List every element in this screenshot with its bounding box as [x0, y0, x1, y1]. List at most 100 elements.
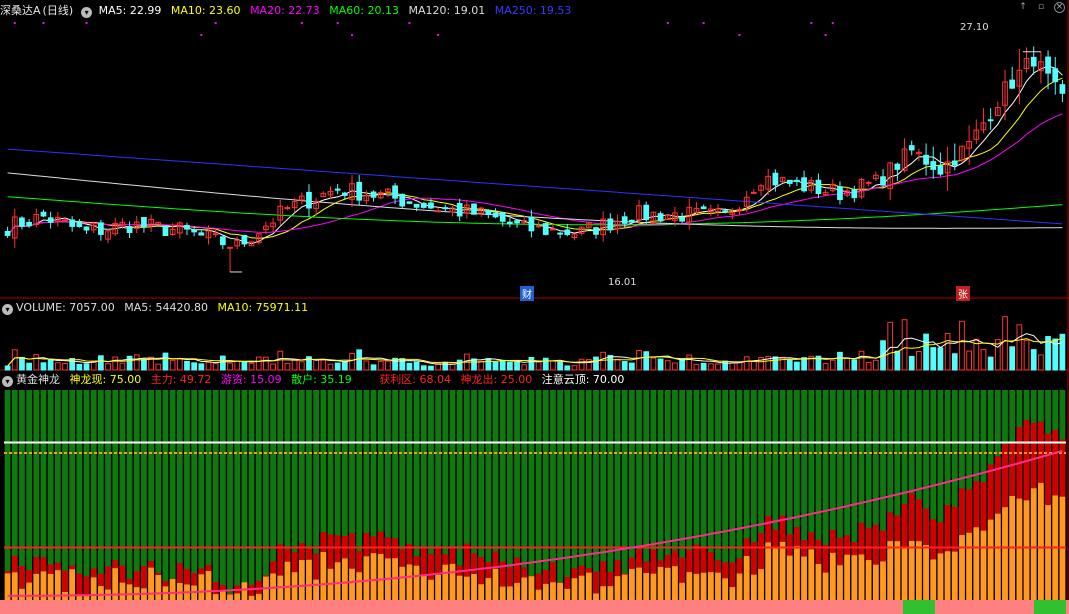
signal-dot	[702, 22, 705, 24]
volume-bar	[700, 362, 707, 371]
signal-dot	[200, 34, 203, 36]
volume-bar	[478, 360, 485, 371]
volume-bar	[155, 363, 162, 371]
volume-bar	[1009, 346, 1016, 371]
indicator-bar-orange	[980, 530, 987, 600]
indicator-bar-orange	[643, 573, 650, 600]
signal-dot	[351, 34, 354, 36]
indicator-bar-orange	[90, 577, 97, 600]
indicator-bar-green	[169, 390, 176, 600]
settings-circle-icon[interactable]: ▾	[81, 7, 93, 18]
indicator-bar-orange	[829, 552, 836, 600]
volume-bars[interactable]	[4, 316, 1066, 371]
indicator-bar-orange	[155, 575, 162, 600]
indicator-bar-orange	[377, 553, 384, 600]
candle-body	[76, 221, 83, 228]
candle-body	[700, 206, 707, 210]
indicator-bar-orange	[234, 593, 241, 600]
indicator-bars[interactable]	[0, 390, 1069, 614]
indicator-bar-green	[133, 390, 140, 600]
indicator-bar-orange	[657, 566, 664, 600]
volume-bar	[428, 365, 434, 371]
candle-body	[227, 246, 233, 249]
candle-body	[456, 202, 463, 217]
indicator-bar-green	[76, 390, 83, 600]
indicator-bar-green	[607, 390, 614, 600]
volume-bar	[413, 361, 420, 371]
volume-bar	[184, 360, 190, 371]
indicator-bar-green	[191, 390, 198, 600]
indicator-bar-green	[26, 390, 32, 600]
candle-body	[514, 220, 520, 224]
indicator-bar-orange	[650, 573, 657, 600]
candle-body	[507, 221, 513, 225]
volume-bar	[349, 352, 355, 371]
volume-bar	[133, 354, 140, 371]
candle-body	[399, 193, 406, 207]
volume-bar	[844, 357, 851, 371]
volume-bar	[801, 357, 807, 371]
indicator-bar-green	[557, 390, 563, 600]
shenlong-out-label: 神龙出: 25.00	[460, 373, 533, 386]
volume-bar	[385, 360, 391, 371]
indicator-bar-orange	[1023, 500, 1030, 600]
volume-legend: ▾ VOLUME: 7057.00 MA5: 54420.80 MA10: 759…	[0, 300, 314, 316]
indicator-bar-orange	[499, 586, 506, 600]
volume-bar	[327, 363, 334, 371]
up-arrow-icon[interactable]: ↑	[1018, 2, 1028, 12]
volume-settings-circle-icon[interactable]: ▾	[2, 304, 13, 315]
main-force-label: 主力: 49.72	[150, 373, 212, 386]
stock-name[interactable]: 深桑达A	[0, 4, 41, 17]
volume-bar	[1002, 316, 1008, 371]
volume-bar	[33, 354, 40, 371]
indicator-bar-orange	[126, 584, 133, 600]
candle-body	[370, 191, 377, 198]
volume-bar	[334, 362, 341, 371]
candle-body	[184, 224, 190, 230]
candle-body	[1009, 79, 1016, 89]
indicator-bar-green	[542, 390, 549, 600]
candle-body	[284, 207, 291, 210]
indicator-bar-orange	[693, 573, 700, 600]
candle-body	[442, 207, 449, 210]
close-icon[interactable]: ×	[1054, 2, 1065, 13]
indicator-bar-green	[83, 390, 90, 600]
indicator-name[interactable]: 黄金神龙	[16, 373, 60, 386]
volume-bar	[98, 355, 104, 371]
candle-body	[241, 234, 248, 245]
indicator-bar-orange	[98, 586, 104, 600]
indicator-bar-orange	[1038, 482, 1044, 600]
indicator-bar-orange	[485, 578, 492, 600]
period-label[interactable]: (日线)	[43, 4, 74, 17]
indicator-bar-orange	[428, 579, 434, 600]
indicator-bar-orange	[743, 556, 750, 600]
candlesticks[interactable]	[4, 46, 1066, 272]
indicator-bar-orange	[887, 541, 894, 600]
volume-bar	[650, 357, 657, 371]
indicator-bar-orange	[758, 569, 764, 600]
indicator-bar-orange	[334, 562, 341, 600]
rise-tag[interactable]: 张	[956, 286, 970, 301]
signal-dot	[13, 22, 16, 24]
indicator-bar-orange	[26, 582, 32, 600]
indicator-bar-orange	[786, 555, 793, 600]
indicator-bar-orange	[600, 586, 607, 600]
volume-bar	[363, 360, 370, 371]
volume-bar	[908, 355, 915, 371]
volume-bar	[829, 359, 836, 371]
indicator-bar-orange	[399, 566, 406, 600]
finance-tag[interactable]: 财	[520, 286, 534, 301]
cloud-top-label: 注意云顶: 70.00	[541, 373, 625, 386]
indicator-settings-circle-icon[interactable]: ▾	[2, 376, 13, 387]
indicator-bar-orange	[507, 586, 513, 600]
restore-icon[interactable]: ▫	[1036, 2, 1046, 12]
indicator-bar-orange	[923, 545, 929, 600]
volume-bar	[528, 356, 535, 371]
indicator-bar-orange	[872, 564, 879, 600]
indicator-bar-green	[255, 390, 262, 600]
volume-bar	[837, 351, 843, 371]
indicator-bar-orange	[1030, 488, 1037, 600]
indicator-bar-orange	[729, 587, 736, 600]
indicator-bar-orange	[435, 574, 441, 600]
indicator-bar-orange	[176, 582, 183, 600]
